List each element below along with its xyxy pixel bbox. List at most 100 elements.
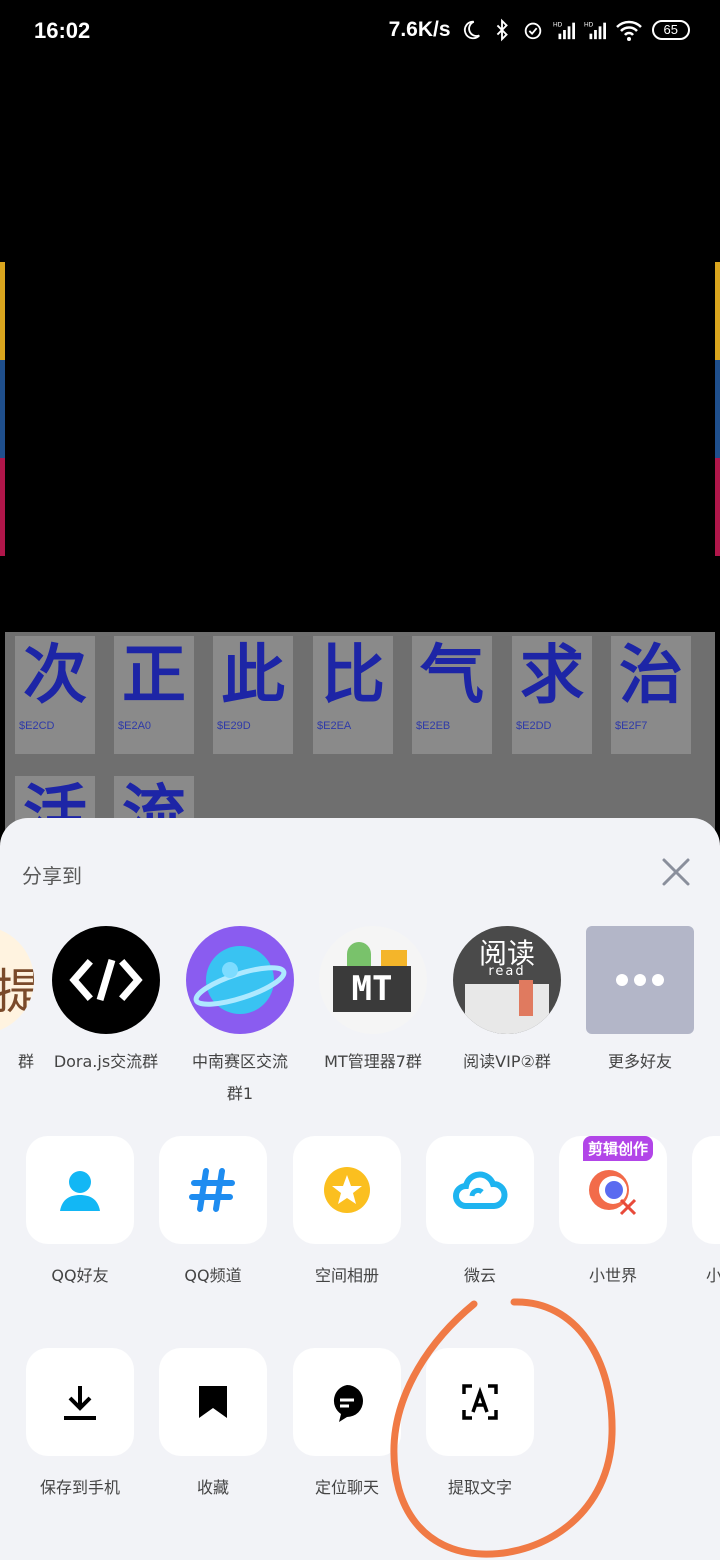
book-icon <box>465 984 549 1034</box>
edge-bar-left-middle <box>0 360 5 458</box>
sheet-title: 分享到 <box>22 864 82 888</box>
glyph-card: 正 $E2A0 <box>114 636 194 754</box>
glyph-card: 求 $E2DD <box>512 636 592 754</box>
glyph-code: $E29D <box>217 720 251 732</box>
contact-item[interactable]: MT MT管理器7群 <box>311 926 435 1078</box>
contact-item[interactable]: 中南赛区交流 群1 <box>178 926 302 1110</box>
action-tile <box>293 1348 401 1456</box>
bluetooth-icon <box>496 18 508 42</box>
wifi-icon <box>615 20 642 41</box>
favorite-button[interactable]: 收藏 <box>151 1348 275 1498</box>
app-label: QQ好友 <box>51 1266 109 1285</box>
edit-create-badge: 剪辑创作 <box>583 1136 654 1161</box>
action-label: 保存到手机 <box>39 1478 120 1497</box>
glyph-code: $E2EB <box>416 720 451 732</box>
glyph-char: 次 <box>23 639 87 713</box>
glyph-card: 治 $E2F7 <box>611 636 691 754</box>
svg-text:HD: HD <box>584 21 594 28</box>
avatar <box>52 926 160 1034</box>
hash-icon <box>189 1168 235 1212</box>
app-tile <box>159 1136 267 1244</box>
app-label: 微云 <box>463 1266 496 1285</box>
glyph-code: $E2DD <box>516 720 552 732</box>
battery-icon: 65 <box>651 20 690 40</box>
app-tile <box>426 1136 534 1244</box>
app-small-world[interactable]: 剪辑创作 小世界 <box>551 1136 675 1286</box>
bookmark-ribbon <box>519 980 533 1016</box>
app-label: 空间相册 <box>314 1266 379 1285</box>
app-qq-friend[interactable]: QQ好友 <box>18 1136 142 1286</box>
more-dots-icon <box>616 974 664 986</box>
status-icons: 7.6K/s HD HD 65 <box>389 18 690 42</box>
status-bar: 16:02 7.6K/s HD HD 65 <box>0 0 720 70</box>
glyph-code: $E2A0 <box>118 720 152 732</box>
app-qq-channel[interactable]: QQ频道 <box>151 1136 275 1286</box>
app-qzone-album[interactable]: 空间相册 <box>285 1136 409 1286</box>
status-time: 16:02 <box>34 18 91 43</box>
annotation-circle <box>390 1298 616 1558</box>
contact-label-line: 中南赛区交流 <box>191 1052 288 1071</box>
glyph-code: $E2CD <box>19 720 55 732</box>
contact-label: MT管理器7群 <box>324 1052 422 1071</box>
edge-bar-right-middle <box>715 360 720 458</box>
android-icon <box>347 942 371 966</box>
app-weiyun[interactable]: 微云 <box>418 1136 542 1286</box>
glyph-char: 比 <box>321 639 385 713</box>
app-label: 小 <box>706 1266 720 1285</box>
action-tile <box>26 1348 134 1456</box>
contact-item[interactable]: 提 群 <box>0 926 42 1078</box>
contact-label: Dora.js交流群 <box>53 1052 159 1071</box>
glyph-card: 此 $E29D <box>213 636 293 754</box>
glyph-char: 治 <box>619 639 683 713</box>
qq-friend-icon <box>60 1171 100 1211</box>
signal-hd-icon: HD <box>553 21 575 40</box>
moon-icon <box>463 20 480 40</box>
contact-label: 更多好友 <box>607 1052 672 1071</box>
avatar-subtext: read <box>488 964 526 979</box>
action-label: 收藏 <box>196 1478 229 1497</box>
glyph-card: 比 $E2EA <box>313 636 393 754</box>
contact-label-line: 群1 <box>226 1084 254 1103</box>
close-icon[interactable] <box>656 852 696 892</box>
glyph-card: 次 $E2CD <box>15 636 95 754</box>
more-icon <box>586 926 694 1034</box>
avatar: MT <box>319 926 427 1034</box>
app-tile <box>692 1136 720 1244</box>
glyph-code: $E2F7 <box>615 720 648 732</box>
avatar-text: MT <box>333 966 411 1012</box>
signal-hd-icon: HD <box>584 21 606 40</box>
bookmark-icon <box>199 1386 227 1418</box>
more-friends[interactable]: 更多好友 <box>578 926 702 1078</box>
app-tile <box>26 1136 134 1244</box>
edge-bar-right-bottom <box>715 458 720 556</box>
avatar <box>186 926 294 1034</box>
avatar: 阅读 read <box>453 926 561 1034</box>
glyph-char: 气 <box>420 639 484 713</box>
edge-bar-left-top <box>0 262 5 360</box>
contact-label: 中南赛区交流 群1 <box>178 1046 302 1110</box>
app-label: QQ频道 <box>184 1266 242 1285</box>
glyph-code: $E2EA <box>317 720 352 732</box>
contact-label: 阅读VIP②群 <box>463 1052 551 1071</box>
edge-bar-left-bottom <box>0 458 5 556</box>
qzone-album-icon <box>324 1167 370 1213</box>
app-tile <box>293 1136 401 1244</box>
avatar: 提 <box>0 926 34 1034</box>
action-tile <box>159 1348 267 1456</box>
save-to-phone-button[interactable]: 保存到手机 <box>18 1348 142 1498</box>
planet-icon <box>193 946 287 1014</box>
glyph-char: 求 <box>520 639 584 713</box>
download-icon <box>64 1386 96 1420</box>
cloud-icon <box>453 1171 508 1209</box>
edge-bar-right-top <box>715 262 720 360</box>
code-icon <box>69 958 143 1002</box>
glyph-char: 此 <box>221 639 285 713</box>
contact-item[interactable]: Dora.js交流群 <box>44 926 168 1078</box>
app-label: 小世界 <box>588 1266 637 1285</box>
chat-locate-icon <box>333 1385 363 1422</box>
contact-item[interactable]: 阅读 read 阅读VIP②群 <box>445 926 569 1078</box>
contact-label: 群 <box>17 1052 34 1071</box>
glyph-card: 气 $E2EB <box>412 636 492 754</box>
avatar-text: 提 <box>0 964 34 1020</box>
app-partial[interactable]: 小 <box>684 1136 720 1286</box>
